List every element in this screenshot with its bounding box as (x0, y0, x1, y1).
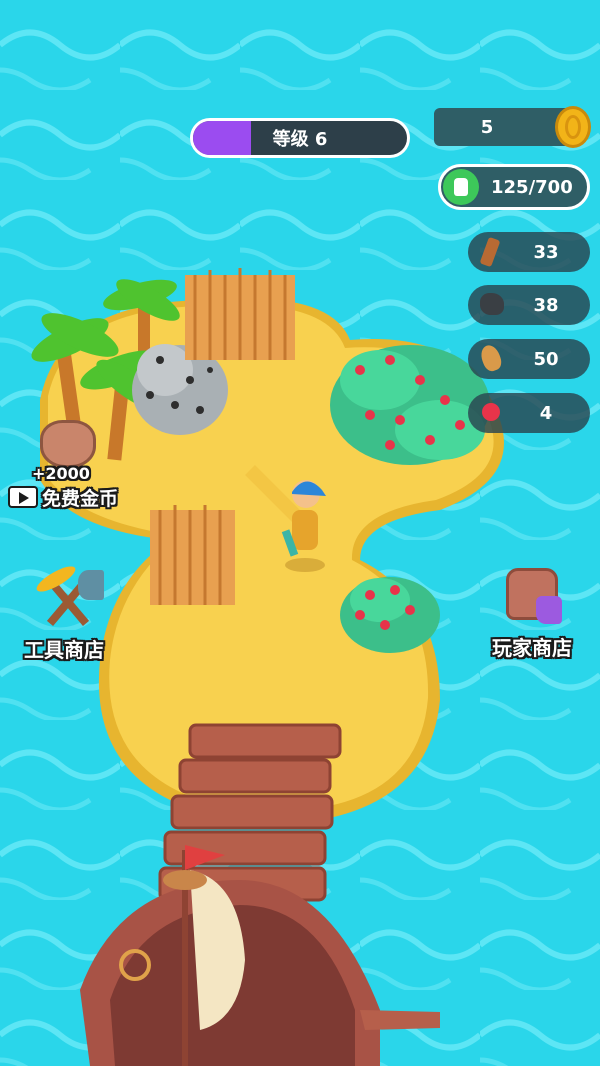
coin-counter: 5 (434, 108, 574, 146)
wheat-field-bottom (150, 505, 235, 605)
wheat-icon (478, 342, 504, 374)
coin-count: 5 (480, 116, 494, 138)
free-coins-label: 免费金币 (42, 488, 119, 510)
free-coins-button[interactable]: +2000 免费金币 (6, 420, 134, 512)
backpack-value: 125/700 (491, 176, 573, 198)
player-shop-button[interactable]: 玩家商店 (488, 566, 588, 662)
free-coins-amount: +2000 (32, 464, 90, 483)
stone-icon (480, 293, 504, 315)
resource-berry: 4 (468, 393, 590, 433)
video-play-icon (8, 486, 38, 508)
resource-value: 4 (539, 402, 553, 424)
level-bar: 等级 6 (190, 118, 410, 158)
berry-bush-small (340, 577, 440, 653)
wood-icon (479, 236, 501, 268)
resource-value: 50 (533, 348, 559, 370)
resource-wheat: 50 (468, 339, 590, 379)
backpack-icon (443, 169, 479, 205)
resource-wood: 33 (468, 232, 590, 272)
wheat-field-top (185, 268, 295, 360)
tool-shop-button[interactable]: 工具商店 (20, 561, 120, 664)
resource-value: 38 (533, 294, 559, 316)
player-shop-label: 玩家商店 (492, 636, 572, 660)
game-world (0, 0, 600, 1066)
berry-bush-large (330, 345, 490, 465)
backpack-capacity: 125/700 (438, 164, 590, 210)
tool-shop-label: 工具商店 (24, 638, 104, 662)
coin-bag-icon (40, 420, 96, 468)
berry-icon (482, 403, 500, 421)
pickaxe-axe-icon (28, 561, 108, 628)
resource-value: 33 (533, 241, 559, 263)
boots-icon (536, 596, 562, 624)
resource-stone: 38 (468, 285, 590, 325)
level-label: 等级 6 (272, 129, 328, 150)
coin-icon (555, 106, 591, 148)
